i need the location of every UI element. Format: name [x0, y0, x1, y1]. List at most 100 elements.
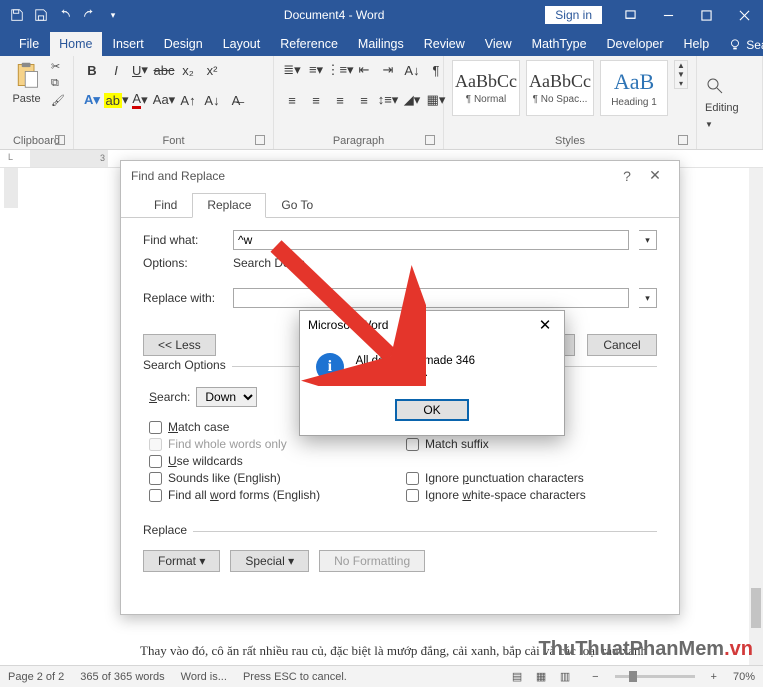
- save-icon[interactable]: [30, 4, 52, 26]
- align-right-button[interactable]: ≡: [330, 90, 350, 110]
- bullets-button[interactable]: ≣▾: [282, 60, 302, 80]
- grow-font-button[interactable]: A↑: [178, 90, 198, 110]
- styles-launcher-icon[interactable]: [678, 135, 688, 145]
- cancel-button[interactable]: Cancel: [587, 334, 657, 356]
- ribbon-options-icon[interactable]: [611, 0, 649, 30]
- undo-icon[interactable]: [54, 4, 76, 26]
- check-ignore-punctuation-characters[interactable]: Ignore punctuation characters: [406, 471, 657, 485]
- no-formatting-button[interactable]: No Formatting: [319, 550, 425, 572]
- tab-review[interactable]: Review: [415, 32, 474, 56]
- checkbox[interactable]: [149, 489, 162, 502]
- tab-help[interactable]: Help: [675, 32, 719, 56]
- borders-button[interactable]: ▦▾: [426, 90, 446, 110]
- zoom-out-button[interactable]: −: [592, 671, 598, 683]
- vertical-scrollbar[interactable]: [749, 168, 763, 665]
- dialog-close-icon[interactable]: ✕: [641, 167, 669, 184]
- zoom-in-button[interactable]: +: [711, 671, 717, 683]
- fr-tab-goto[interactable]: Go To: [266, 193, 328, 218]
- autosave-icon[interactable]: [6, 4, 28, 26]
- checkbox[interactable]: [406, 489, 419, 502]
- line-spacing-button[interactable]: ↕≡▾: [378, 90, 398, 110]
- checkbox[interactable]: [149, 472, 162, 485]
- qat-dropdown-icon[interactable]: ▾: [102, 4, 124, 26]
- checkbox[interactable]: [406, 438, 419, 451]
- editing-button[interactable]: Editing ▼: [705, 60, 763, 145]
- decrease-indent-button[interactable]: ⇤: [354, 60, 374, 80]
- minimize-icon[interactable]: [649, 0, 687, 30]
- cut-icon[interactable]: ✂: [51, 60, 65, 73]
- styles-down-icon[interactable]: ▼: [675, 70, 687, 79]
- check-match-suffix[interactable]: Match suffix: [406, 437, 657, 451]
- highlight-button[interactable]: ab▾: [106, 90, 126, 110]
- shrink-font-button[interactable]: A↓: [202, 90, 222, 110]
- special-button[interactable]: Special ▾: [230, 550, 309, 572]
- signin-button[interactable]: Sign in: [544, 5, 603, 25]
- check-ignore-white-space-characters[interactable]: Ignore white-space characters: [406, 488, 657, 502]
- format-painter-icon[interactable]: 🖌: [51, 94, 65, 107]
- tab-mathtype[interactable]: MathType: [523, 32, 596, 56]
- replace-with-dropdown-icon[interactable]: ▾: [639, 288, 657, 308]
- checkbox[interactable]: [406, 472, 419, 485]
- paste-button[interactable]: Paste: [8, 60, 45, 105]
- find-what-input[interactable]: [233, 230, 629, 250]
- style-no-spacing[interactable]: AaBbCc¶ No Spac...: [526, 60, 594, 116]
- tab-reference[interactable]: Reference: [271, 32, 347, 56]
- less-button[interactable]: << Less: [143, 334, 216, 356]
- sort-button[interactable]: A↓: [402, 60, 422, 80]
- align-center-button[interactable]: ≡: [306, 90, 326, 110]
- strike-button[interactable]: abc: [154, 60, 174, 80]
- tab-design[interactable]: Design: [155, 32, 212, 56]
- zoom-value[interactable]: 70%: [733, 671, 755, 683]
- tab-layout[interactable]: Layout: [214, 32, 270, 56]
- justify-button[interactable]: ≡: [354, 90, 374, 110]
- replace-with-input[interactable]: [233, 288, 629, 308]
- msgbox-close-icon[interactable]: ✕: [534, 316, 556, 334]
- clear-format-button[interactable]: A̶: [226, 90, 246, 110]
- numbering-button[interactable]: ≡▾: [306, 60, 326, 80]
- tab-mailings[interactable]: Mailings: [349, 32, 413, 56]
- format-button[interactable]: Format ▾: [143, 550, 220, 572]
- tab-view[interactable]: View: [476, 32, 521, 56]
- view-read-icon[interactable]: ▤: [506, 668, 528, 686]
- change-case-button[interactable]: Aa▾: [154, 90, 174, 110]
- tab-home[interactable]: Home: [50, 32, 101, 56]
- vertical-ruler[interactable]: [4, 168, 18, 665]
- tab-file[interactable]: File: [10, 32, 48, 56]
- tab-insert[interactable]: Insert: [104, 32, 153, 56]
- multilevel-button[interactable]: ⋮≡▾: [330, 60, 350, 80]
- maximize-icon[interactable]: [687, 0, 725, 30]
- paragraph-launcher-icon[interactable]: [425, 135, 435, 145]
- subscript-button[interactable]: x₂: [178, 60, 198, 80]
- fr-tab-replace[interactable]: Replace: [192, 193, 266, 218]
- checkbox[interactable]: [149, 421, 162, 434]
- status-words[interactable]: 365 of 365 words: [80, 671, 164, 683]
- show-marks-button[interactable]: ¶: [426, 60, 446, 80]
- check-find-all-word-forms-english-[interactable]: Find all word forms (English): [149, 488, 400, 502]
- dialog-help-icon[interactable]: ?: [613, 168, 641, 184]
- italic-button[interactable]: I: [106, 60, 126, 80]
- text-effects-button[interactable]: A▾: [82, 90, 102, 110]
- copy-icon[interactable]: ⧉: [51, 77, 65, 90]
- clipboard-launcher-icon[interactable]: [55, 135, 65, 145]
- underline-button[interactable]: U▾: [130, 60, 150, 80]
- search-direction-select[interactable]: Down: [196, 387, 257, 407]
- superscript-button[interactable]: x²: [202, 60, 222, 80]
- increase-indent-button[interactable]: ⇥: [378, 60, 398, 80]
- zoom-slider[interactable]: [615, 675, 695, 678]
- find-what-dropdown-icon[interactable]: ▾: [639, 230, 657, 250]
- ok-button[interactable]: OK: [395, 399, 468, 421]
- close-icon[interactable]: [725, 0, 763, 30]
- redo-icon[interactable]: [78, 4, 100, 26]
- tell-me-search[interactable]: Search: [720, 34, 763, 56]
- align-left-button[interactable]: ≡: [282, 90, 302, 110]
- checkbox[interactable]: [149, 455, 162, 468]
- font-launcher-icon[interactable]: [255, 135, 265, 145]
- font-color-button[interactable]: A▾: [130, 90, 150, 110]
- tab-developer[interactable]: Developer: [598, 32, 673, 56]
- bold-button[interactable]: B: [82, 60, 102, 80]
- check-sounds-like-english-[interactable]: Sounds like (English): [149, 471, 400, 485]
- style-heading1[interactable]: AaBHeading 1: [600, 60, 668, 116]
- status-spell[interactable]: Word is...: [181, 671, 227, 683]
- styles-more-icon[interactable]: ▾: [675, 79, 687, 88]
- status-page[interactable]: Page 2 of 2: [8, 671, 64, 683]
